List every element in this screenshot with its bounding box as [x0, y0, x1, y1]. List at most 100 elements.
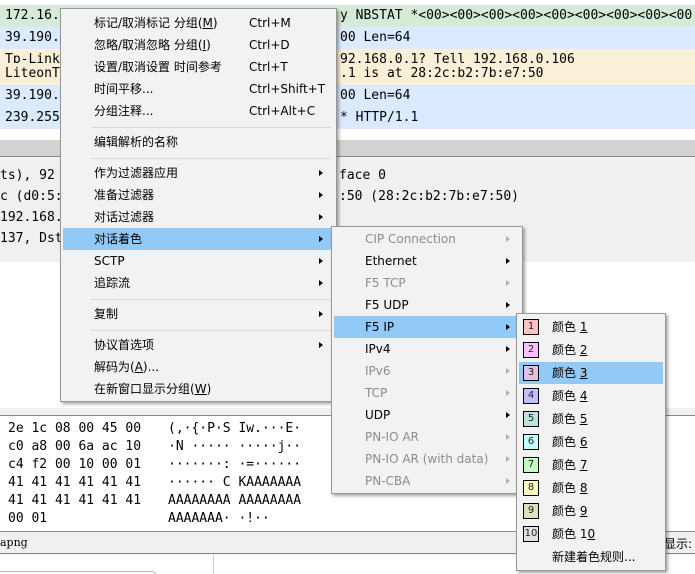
menu-item-time-shift[interactable]: 时间平移... Ctrl+Shift+T: [63, 78, 334, 100]
submenu-arrow-icon: [506, 346, 510, 352]
menu-label: 对话着色: [94, 232, 143, 246]
menu-label: )...: [142, 360, 160, 374]
submenu-item-ipv6[interactable]: IPv6: [334, 360, 520, 382]
color-swatch-icon: 6: [523, 434, 539, 450]
shortcut: Ctrl+T: [249, 60, 288, 74]
color-item-2[interactable]: 2 颜色 2: [519, 339, 663, 361]
menu-label: 作为过滤器应用: [94, 166, 179, 180]
color-swatch-icon: 9: [523, 503, 539, 519]
accelerator-key: A: [134, 360, 143, 374]
menu-label: 忽略/取消忽略 分组(: [94, 38, 203, 52]
detail-row[interactable]: 137, Dst: [0, 228, 63, 249]
submenu-arrow-icon: [506, 434, 510, 440]
submenu-arrow-icon: [319, 214, 323, 220]
color-item-6[interactable]: 6 颜色 6: [519, 431, 663, 453]
menu-item-colorize-conversation[interactable]: 对话着色: [63, 228, 334, 250]
color-item-7[interactable]: 7 颜色 7: [519, 454, 663, 476]
color-swatch-icon: 2: [523, 342, 539, 358]
menu-separator: [91, 158, 331, 159]
menu-item-decode-as[interactable]: 解码为(A)...: [63, 356, 334, 378]
color-item-3[interactable]: 3 颜色 3: [519, 362, 663, 384]
detail-row[interactable]: c (d0:5:: [0, 186, 63, 207]
accelerator-key: 3: [579, 366, 588, 380]
menu-label: PN-IO AR: [365, 430, 419, 444]
shortcut: Ctrl+D: [249, 38, 290, 52]
submenu-item-ipv4[interactable]: IPv4: [334, 338, 520, 360]
color-item-1[interactable]: 1 颜色 1: [519, 316, 663, 338]
submenu-item-f5-ip[interactable]: F5 IP: [334, 316, 520, 338]
submenu-item-pn-io-ar[interactable]: PN-IO AR: [334, 426, 520, 448]
menu-item-edit-resolved-name[interactable]: 编辑解析的名称: [63, 131, 334, 153]
submenu-item-f5-udp[interactable]: F5 UDP: [334, 294, 520, 316]
color-item-10[interactable]: 10 颜色 10: [519, 523, 663, 545]
divider: [213, 555, 214, 574]
menu-item-apply-as-filter[interactable]: 作为过滤器应用: [63, 162, 334, 184]
menu-item-copy[interactable]: 复制: [63, 303, 334, 325]
menu-label: 解码为(: [94, 360, 135, 374]
accelerator-key: 8: [579, 481, 588, 495]
accelerator-key: 5: [579, 412, 588, 426]
submenu-arrow-icon: [506, 412, 510, 418]
menu-label: 颜色: [552, 412, 580, 426]
submenu-arrow-icon: [506, 478, 510, 484]
color-swatch-icon: 1: [523, 319, 539, 335]
submenu-arrow-icon: [319, 258, 323, 264]
submenu-arrow-icon: [506, 368, 510, 374]
menu-item-packet-comment[interactable]: 分组注释... Ctrl+Alt+C: [63, 100, 334, 122]
status-file-name: apng: [0, 536, 28, 549]
packet-info: y NBSTAT *<00><00><00><00><00><00><00><0…: [340, 8, 693, 23]
submenu-item-pn-io-ar-with-data[interactable]: PN-IO AR (with data): [334, 448, 520, 470]
accelerator-key: 9: [579, 504, 588, 518]
menu-item-ignore-packet[interactable]: 忽略/取消忽略 分组(I) Ctrl+D: [63, 34, 334, 56]
submenu-item-tcp[interactable]: TCP: [334, 382, 520, 404]
packet-source: LiteonT: [5, 66, 60, 81]
menu-label: 颜色: [552, 504, 580, 518]
submenu-arrow-icon: [506, 236, 510, 242]
menu-label: 颜色: [552, 458, 580, 472]
color-swatch-icon: 5: [523, 411, 539, 427]
menu-label: 准备过滤器: [94, 188, 155, 202]
colorize-conversation-submenu: CIP Connection Ethernet F5 TCP F5 UDP F5…: [331, 226, 523, 494]
submenu-item-pn-cba[interactable]: PN-CBA: [334, 470, 520, 492]
menu-label: Ethernet: [365, 254, 417, 268]
menu-item-show-in-new-window[interactable]: 在新窗口显示分组(W): [63, 378, 334, 400]
submenu-item-ethernet[interactable]: Ethernet: [334, 250, 520, 272]
color-swatch-icon: 7: [523, 457, 539, 473]
submenu-arrow-icon: [319, 236, 323, 242]
menu-item-sctp[interactable]: SCTP: [63, 250, 334, 272]
submenu-item-cip-connection[interactable]: CIP Connection: [334, 228, 520, 250]
hex-row: 41 41 41 41 41 41: [8, 475, 142, 490]
packet-source: 239.255: [5, 110, 60, 125]
menu-item-prepare-filter[interactable]: 准备过滤器: [63, 184, 334, 206]
menu-label: IPv6: [365, 364, 391, 378]
menu-label: SCTP: [94, 254, 125, 268]
submenu-arrow-icon: [319, 311, 323, 317]
packet-info: * HTTP/1.1: [340, 110, 419, 125]
menu-label: 标记/取消标记 分组(: [94, 16, 203, 30]
hex-row: 00 01: [8, 511, 48, 526]
color-item-9[interactable]: 9 颜色 9: [519, 500, 663, 522]
color-item-4[interactable]: 4 颜色 4: [519, 385, 663, 407]
detail-row[interactable]: ts), 92: [0, 165, 55, 186]
menu-item-follow-stream[interactable]: 追踪流: [63, 272, 334, 294]
submenu-item-f5-tcp[interactable]: F5 TCP: [334, 272, 520, 294]
hex-row: 41 41 41 41 41 41: [8, 493, 142, 508]
menu-item-protocol-preferences[interactable]: 协议首选项: [63, 334, 334, 356]
ascii-row: ·N ····· ·····j··: [168, 439, 302, 454]
menu-item-conversation-filter[interactable]: 对话过滤器: [63, 206, 334, 228]
shortcut: Ctrl+Alt+C: [249, 104, 316, 118]
new-coloring-rule[interactable]: 新建着色规则...: [519, 546, 663, 568]
menu-item-mark-packet[interactable]: 标记/取消标记 分组(M) Ctrl+M: [63, 12, 334, 34]
menu-label: 设置/取消设置 时间参考: [94, 60, 222, 74]
menu-label: 分组注释...: [94, 104, 154, 118]
detail-row[interactable]: 192.168.: [0, 207, 63, 228]
color-item-8[interactable]: 8 颜色 8: [519, 477, 663, 499]
color-item-5[interactable]: 5 颜色 5: [519, 408, 663, 430]
menu-item-time-reference[interactable]: 设置/取消设置 时间参考 Ctrl+T: [63, 56, 334, 78]
submenu-arrow-icon: [506, 302, 510, 308]
submenu-arrow-icon: [506, 258, 510, 264]
ascii-row: ·······: ·=······: [168, 457, 302, 472]
submenu-item-udp[interactable]: UDP: [334, 404, 520, 426]
menu-label: 颜色: [552, 481, 580, 495]
submenu-arrow-icon: [319, 170, 323, 176]
